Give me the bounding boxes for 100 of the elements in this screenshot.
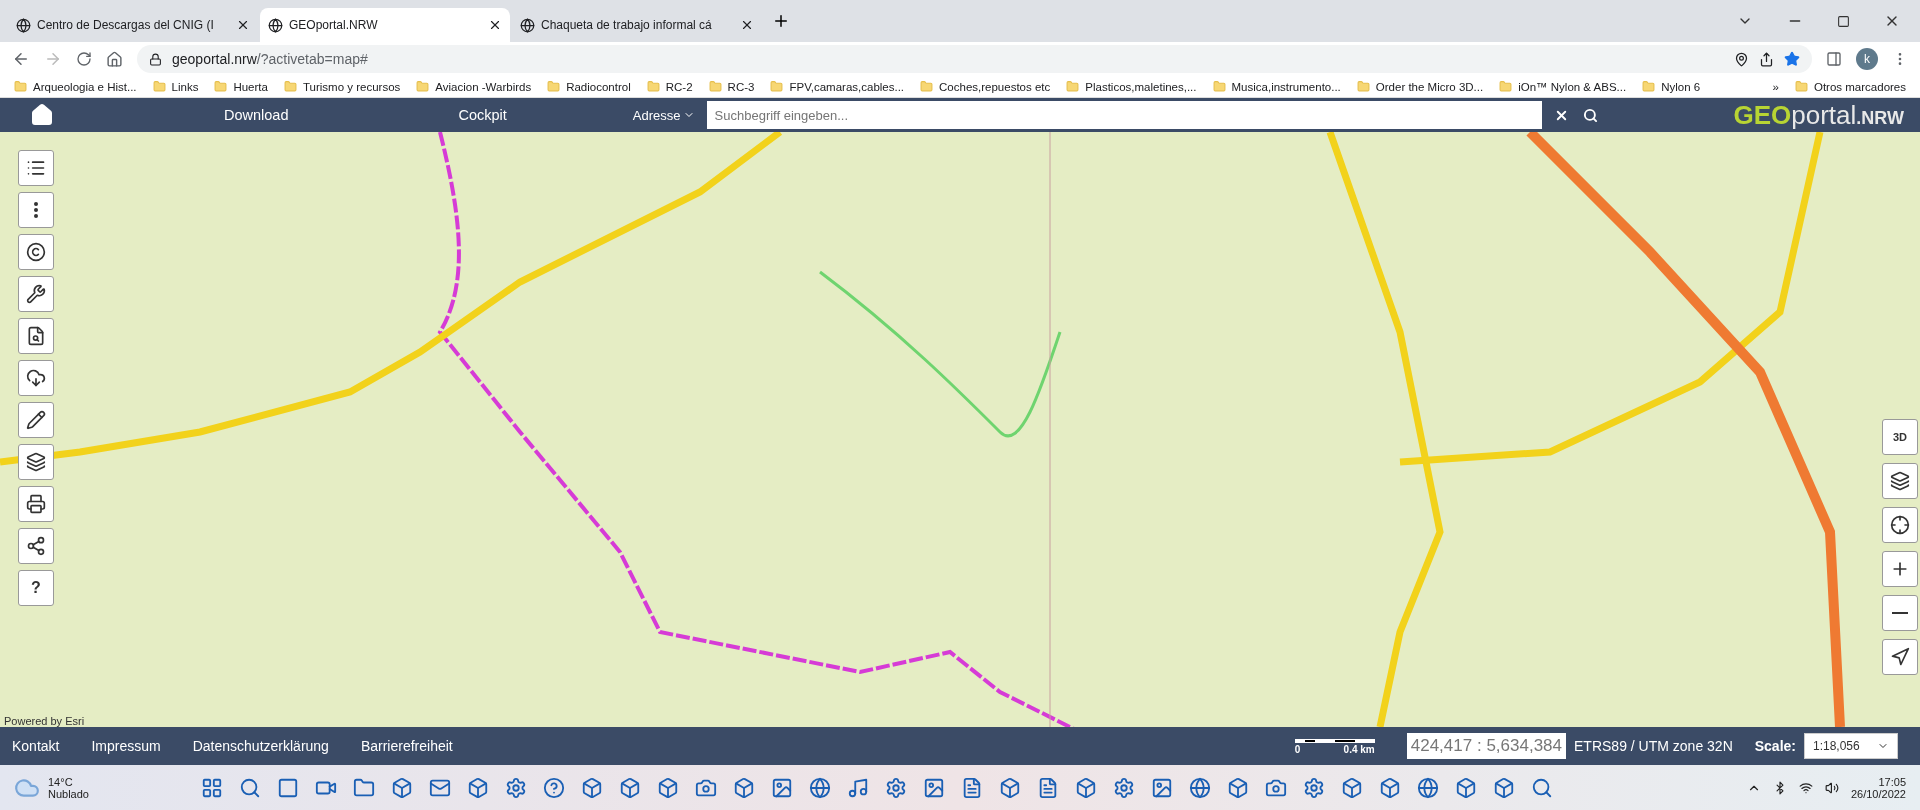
map-control-button[interactable]: [1882, 463, 1918, 499]
close-icon[interactable]: [740, 18, 754, 32]
site-icon: [268, 17, 283, 33]
help-button[interactable]: ?: [18, 570, 54, 606]
bookmark[interactable]: Order the Micro 3D...: [1356, 80, 1484, 93]
bookmark[interactable]: Arqueologia e Hist...: [14, 80, 137, 93]
tool-button[interactable]: [18, 360, 54, 396]
tool-button[interactable]: [18, 192, 54, 228]
folder-icon: [1794, 80, 1808, 93]
back-icon[interactable]: [12, 50, 30, 68]
coordinates-display: 424,417 : 5,634,384: [1406, 733, 1566, 759]
bookmark[interactable]: Musica,instrumento...: [1212, 80, 1341, 93]
site-icon: [16, 17, 31, 33]
folder-icon: [1066, 80, 1080, 93]
share-icon: [26, 536, 46, 556]
bookmark[interactable]: Radiocontrol: [547, 80, 631, 93]
tool-button[interactable]: [18, 234, 54, 270]
more-icon: [34, 202, 38, 218]
bookmark[interactable]: Aviacion -Warbirds: [416, 80, 532, 93]
cloud-download-icon: [26, 368, 46, 388]
bookmark[interactable]: Otros marcadores: [1794, 80, 1906, 93]
scale-dropdown[interactable]: 1:18,056: [1804, 733, 1898, 759]
folder-icon: [646, 80, 660, 93]
bookmark[interactable]: Plasticos,maletines,...: [1066, 80, 1197, 93]
search-mode-dropdown[interactable]: Adresse: [626, 106, 701, 124]
geoportal-logo: GEOportal.NRW: [1733, 99, 1904, 131]
map-control-button[interactable]: [1882, 507, 1918, 543]
home-icon[interactable]: [30, 103, 54, 127]
folder-icon: [1356, 80, 1370, 93]
star-icon[interactable]: [1784, 51, 1800, 67]
footer-link[interactable]: Datenschutzerklärung: [192, 738, 329, 754]
crosshair-icon: [1890, 515, 1910, 535]
browser-tab[interactable]: Chaqueta de trabajo informal cá: [512, 8, 762, 42]
footer-link[interactable]: Kontakt: [12, 738, 60, 754]
clock[interactable]: 17:05 26/10/2022: [1850, 775, 1906, 800]
scale-end: 0.4 km: [1343, 743, 1375, 755]
bookmark[interactable]: RC-3: [708, 80, 755, 93]
scale-label: Scale:: [1754, 738, 1796, 754]
lock-icon: [149, 52, 162, 66]
layers-icon: [1890, 471, 1910, 491]
volume-icon[interactable]: [1824, 780, 1839, 795]
footer-link[interactable]: Barrierefreiheit: [360, 738, 453, 754]
bookmark[interactable]: FPV,camaras,cables...: [770, 80, 905, 93]
pencil-icon: [26, 410, 46, 430]
maximize-icon[interactable]: [1837, 14, 1850, 28]
footer-link[interactable]: Impressum: [91, 738, 161, 754]
bookmark[interactable]: RC-2: [646, 80, 693, 93]
bookmark[interactable]: Links: [152, 80, 199, 93]
bookmark[interactable]: iOn™ Nylon & ABS...: [1499, 80, 1627, 93]
3d-button[interactable]: 3D: [1882, 419, 1918, 455]
tool-button[interactable]: [18, 444, 54, 480]
map-control-button[interactable]: [1882, 595, 1918, 631]
document-search-icon: [26, 326, 46, 346]
attribution: Powered by Esri: [4, 715, 85, 727]
folder-icon: [1499, 80, 1513, 93]
reload-icon[interactable]: [76, 51, 92, 67]
profile-avatar[interactable]: k: [1856, 48, 1878, 70]
wrench-icon: [26, 284, 46, 304]
folder-icon: [770, 80, 784, 93]
location-icon[interactable]: [1734, 51, 1749, 67]
side-panel-icon[interactable]: [1826, 51, 1842, 67]
bookmark[interactable]: Huerta: [214, 80, 268, 93]
browser-tab[interactable]: Centro de Descargas del CNIG (I: [8, 8, 258, 42]
close-icon[interactable]: [488, 18, 502, 32]
printer-icon: [26, 494, 46, 514]
bookmark[interactable]: Coches,repuestos etc: [920, 80, 1051, 93]
list-icon: [26, 158, 46, 178]
search-field[interactable]: Suchbegriff eingeben...: [706, 101, 1542, 129]
tool-button[interactable]: [18, 486, 54, 522]
bookmark[interactable]: Nylon 6: [1642, 80, 1701, 93]
crs-label: ETRS89 / UTM zone 32N: [1574, 738, 1733, 754]
navigation-arrow-icon: [1890, 647, 1910, 667]
tool-button[interactable]: [18, 528, 54, 564]
weather-widget[interactable]: 14°C Nublado: [14, 774, 89, 801]
folder-icon: [283, 80, 297, 93]
folder-icon: [1642, 80, 1656, 93]
tool-button[interactable]: [18, 402, 54, 438]
folder-icon: [416, 80, 430, 93]
wifi-icon[interactable]: [1798, 780, 1813, 795]
home-icon[interactable]: [106, 50, 123, 68]
bookmark[interactable]: Turismo y recursos: [283, 80, 401, 93]
tool-button[interactable]: [18, 318, 54, 354]
nav-link[interactable]: Download: [224, 107, 289, 123]
tool-button[interactable]: [18, 276, 54, 312]
tool-button[interactable]: [18, 150, 54, 186]
folder-icon: [920, 80, 934, 93]
folder-icon: [14, 80, 27, 93]
search-icon[interactable]: [1582, 107, 1598, 123]
folder-icon: [708, 80, 722, 93]
scale-start: 0: [1294, 743, 1301, 755]
share-icon[interactable]: [1759, 51, 1774, 67]
more-bookmarks[interactable]: »: [1772, 80, 1779, 93]
nav-link[interactable]: Cockpit: [458, 107, 507, 123]
browser-tab[interactable]: GEOportal.NRW: [260, 8, 510, 42]
folder-icon: [547, 80, 561, 93]
close-icon[interactable]: [236, 18, 250, 32]
new-tab-icon[interactable]: [772, 12, 790, 30]
map-control-button[interactable]: [1882, 639, 1918, 675]
map-control-button[interactable]: [1882, 551, 1918, 587]
address-bar[interactable]: geoportal.nrw/?activetab=map#: [137, 45, 1812, 73]
